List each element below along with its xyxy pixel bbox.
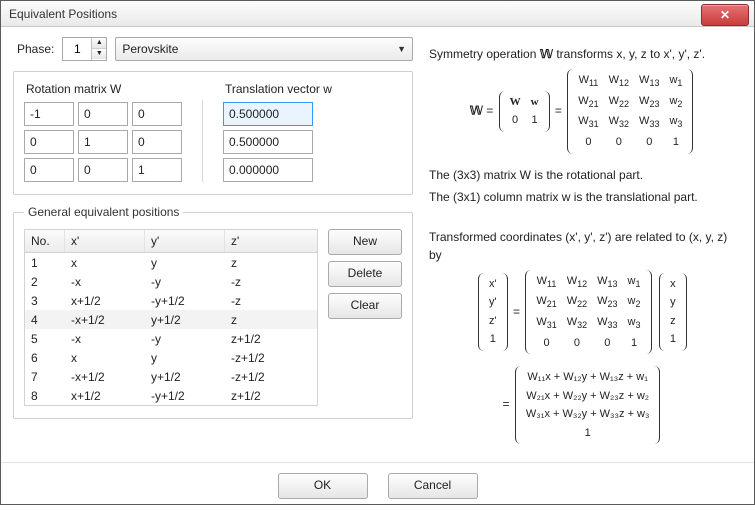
w-glyph-icon: 𝕎	[540, 47, 553, 61]
dialog-body: Phase: ▲ ▼ Perovskite ▼ Rotation matrix	[1, 27, 754, 462]
w32-input[interactable]: 0	[78, 158, 128, 182]
phase-combo-value: Perovskite	[122, 42, 178, 56]
info-panel: Symmetry operation 𝕎 transforms x, y, z …	[417, 37, 742, 456]
w31-input[interactable]: 0	[24, 158, 74, 182]
table-row[interactable]: 5-x-yz+1/2	[25, 329, 317, 348]
th-y[interactable]: y'	[145, 230, 225, 252]
w3-input[interactable]: 0.000000	[223, 158, 313, 182]
table-row[interactable]: 6xy-z+1/2	[25, 348, 317, 367]
rotation-label: Rotation matrix W	[24, 82, 182, 96]
translation-block: Translation vector w 0.500000 0.500000 0…	[223, 82, 332, 182]
phase-label: Phase:	[13, 42, 54, 56]
footer: OK Cancel	[1, 462, 754, 511]
window-title: Equivalent Positions	[9, 7, 117, 21]
table-row[interactable]: 4-x+1/2y+1/2z	[25, 310, 317, 329]
cancel-button[interactable]: Cancel	[388, 473, 478, 499]
th-x[interactable]: x'	[65, 230, 145, 252]
table-row[interactable]: 1xyz	[25, 253, 317, 272]
info-line2: The (3x3) matrix W is the rotational par…	[429, 166, 736, 184]
close-button[interactable]: ✕	[701, 4, 749, 26]
chevron-down-icon: ▼	[397, 44, 406, 54]
info-line1: Symmetry operation 𝕎 transforms x, y, z …	[429, 45, 736, 63]
w23-input[interactable]: 0	[132, 130, 182, 154]
gep-legend: General equivalent positions	[24, 205, 183, 219]
gep-buttons: New Delete Clear	[328, 229, 402, 406]
separator	[202, 100, 203, 182]
gep-table-head: No. x' y' z'	[24, 229, 318, 252]
ok-button[interactable]: OK	[278, 473, 368, 499]
table-row[interactable]: 7-x+1/2y+1/2-z+1/2	[25, 367, 317, 386]
w2-input[interactable]: 0.500000	[223, 130, 313, 154]
gep-table: No. x' y' z' 1xyz2-x-y-z3x+1/2-y+1/2-z4-…	[24, 229, 318, 406]
eq-definition: 𝕎 = Ww01 = W11W12W13w1W21W22W23w2W31W32W…	[429, 69, 736, 154]
close-icon: ✕	[720, 8, 730, 22]
w33-input[interactable]: 1	[132, 158, 182, 182]
translation-label: Translation vector w	[223, 82, 332, 96]
titlebar: Equivalent Positions ✕	[1, 1, 754, 27]
w12-input[interactable]: 0	[78, 102, 128, 126]
rotation-grid: -1 0 0 0 1 0 0 0 1	[24, 102, 182, 182]
spin-down-button[interactable]: ▼	[92, 49, 106, 59]
w11-input[interactable]: -1	[24, 102, 74, 126]
w22-input[interactable]: 1	[78, 130, 128, 154]
th-no[interactable]: No.	[25, 230, 65, 252]
info-line3: The (3x1) column matrix w is the transla…	[429, 188, 736, 206]
w13-input[interactable]: 0	[132, 102, 182, 126]
table-row[interactable]: 8x+1/2-y+1/2z+1/2	[25, 386, 317, 405]
eq-expanded: = W₁₁x + W₁₂y + W₁₃z + w₁W₂₁x + W₂₂y + W…	[429, 366, 736, 444]
gep-table-body[interactable]: 1xyz2-x-y-z3x+1/2-y+1/2-z4-x+1/2y+1/2z5-…	[24, 252, 318, 406]
rotation-block: Rotation matrix W -1 0 0 0 1 0 0 0 1	[24, 82, 182, 182]
clear-button[interactable]: Clear	[328, 293, 402, 319]
phase-input[interactable]	[63, 38, 91, 60]
info-line4: Transformed coordinates (x', y', z') are…	[429, 228, 736, 264]
phase-row: Phase: ▲ ▼ Perovskite ▼	[13, 37, 413, 61]
gep-fieldset: General equivalent positions No. x' y' z…	[13, 205, 413, 419]
big-matrix: W11W12W13w1W21W22W23w2W31W32W33w30001	[567, 69, 693, 154]
dialog-window: Equivalent Positions ✕ Phase: ▲ ▼ Perovs…	[0, 0, 755, 505]
translation-grid: 0.500000 0.500000 0.000000	[223, 102, 332, 182]
spin-up-button[interactable]: ▲	[92, 38, 106, 49]
w21-input[interactable]: 0	[24, 130, 74, 154]
table-row[interactable]: 2-x-y-z	[25, 272, 317, 291]
phase-spinner[interactable]: ▲ ▼	[62, 37, 107, 61]
eq-transform: x'y'z'1 = W11W12W13w1W21W22W23w2W31W32W3…	[429, 270, 736, 355]
table-row[interactable]: 3x+1/2-y+1/2-z	[25, 291, 317, 310]
matrix-fieldset: Rotation matrix W -1 0 0 0 1 0 0 0 1	[13, 71, 413, 195]
left-panel: Phase: ▲ ▼ Perovskite ▼ Rotation matrix	[13, 37, 413, 456]
w1-input[interactable]: 0.500000	[223, 102, 313, 126]
phase-combo[interactable]: Perovskite ▼	[115, 37, 413, 61]
new-button[interactable]: New	[328, 229, 402, 255]
th-z[interactable]: z'	[225, 230, 305, 252]
delete-button[interactable]: Delete	[328, 261, 402, 287]
